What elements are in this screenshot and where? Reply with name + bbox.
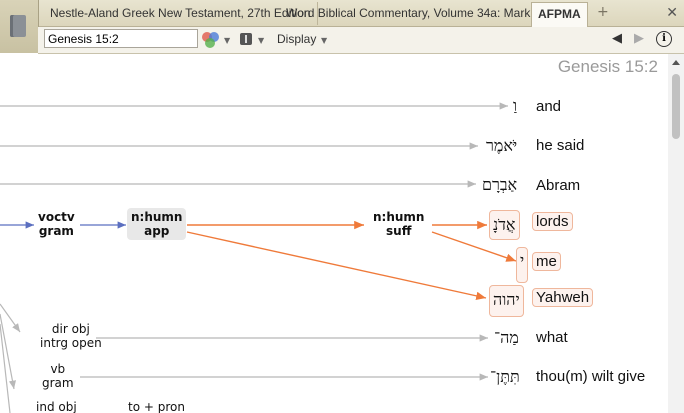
link-line xyxy=(186,231,487,300)
app-menu-button[interactable] xyxy=(0,0,39,53)
gloss-word[interactable]: and xyxy=(536,98,561,115)
tab-nestle-aland[interactable]: Nestle-Aland Greek New Testament, 27th E… xyxy=(44,2,318,25)
close-icon[interactable]: ✕ xyxy=(666,5,678,21)
syntax-node[interactable]: to + pron xyxy=(128,400,185,413)
gloss-word[interactable]: me xyxy=(532,252,561,271)
gloss-word[interactable]: lords xyxy=(532,212,573,231)
display-button[interactable]: Display xyxy=(277,32,316,46)
hebrew-word[interactable]: וַ xyxy=(513,96,517,116)
gloss-word[interactable]: Abram xyxy=(536,177,580,194)
hebrew-word[interactable]: אֲדֹנָ xyxy=(489,210,520,240)
panel-icon[interactable] xyxy=(240,33,252,45)
hebrew-word[interactable]: מַה־ xyxy=(494,328,519,348)
link-line xyxy=(0,313,16,390)
gloss-word[interactable]: what xyxy=(536,329,568,346)
new-tab-icon[interactable]: + xyxy=(597,4,609,20)
hebrew-word[interactable]: יהוה xyxy=(489,285,524,317)
forward-arrow-icon[interactable]: ▶ xyxy=(634,31,644,46)
syntax-node[interactable]: n:humn app xyxy=(127,208,187,240)
syntax-node[interactable]: dir obj intrg open xyxy=(40,322,102,350)
book-icon xyxy=(10,15,26,37)
gloss-word[interactable]: he said xyxy=(536,137,584,154)
syntax-node[interactable]: ind obj xyxy=(36,400,77,413)
chevron-down-icon[interactable]: ▼ xyxy=(224,36,230,45)
gloss-word[interactable]: thou(m) wilt give xyxy=(536,368,645,385)
hebrew-word[interactable]: י xyxy=(516,247,529,283)
back-arrow-icon[interactable]: ◀ xyxy=(612,31,622,46)
syntax-node[interactable]: voctv gram xyxy=(38,210,75,238)
hebrew-word[interactable]: תִּתֶּן־ xyxy=(490,367,520,387)
toolbar: ▼ ▼ Display ▼ ◀ ▶ i xyxy=(38,27,684,54)
hebrew-word[interactable]: יֹּאמֶר xyxy=(486,136,517,156)
chevron-down-icon[interactable]: ▼ xyxy=(258,36,264,45)
syntax-node[interactable]: vb gram xyxy=(42,362,74,390)
syntax-diagram: Genesis 15:2 וַ יֹּאמֶר אַבְרָם אֲדֹנָ י… xyxy=(0,54,668,413)
gloss-word[interactable]: Yahweh xyxy=(532,288,594,307)
tab-afpma[interactable]: AFPMA xyxy=(531,2,588,27)
scroll-up-icon[interactable] xyxy=(672,60,680,65)
scrollbar-thumb[interactable] xyxy=(672,74,680,139)
diagram-lines xyxy=(0,102,517,413)
chevron-down-icon[interactable]: ▼ xyxy=(321,36,327,45)
venn-icon[interactable] xyxy=(202,32,220,48)
link-line xyxy=(0,323,11,413)
syntax-node[interactable]: n:humn suff xyxy=(373,210,424,238)
vertical-scrollbar[interactable] xyxy=(668,54,684,413)
hebrew-word[interactable]: אַבְרָם xyxy=(482,175,517,195)
info-icon[interactable]: i xyxy=(656,31,672,47)
reference-input[interactable] xyxy=(44,29,198,48)
